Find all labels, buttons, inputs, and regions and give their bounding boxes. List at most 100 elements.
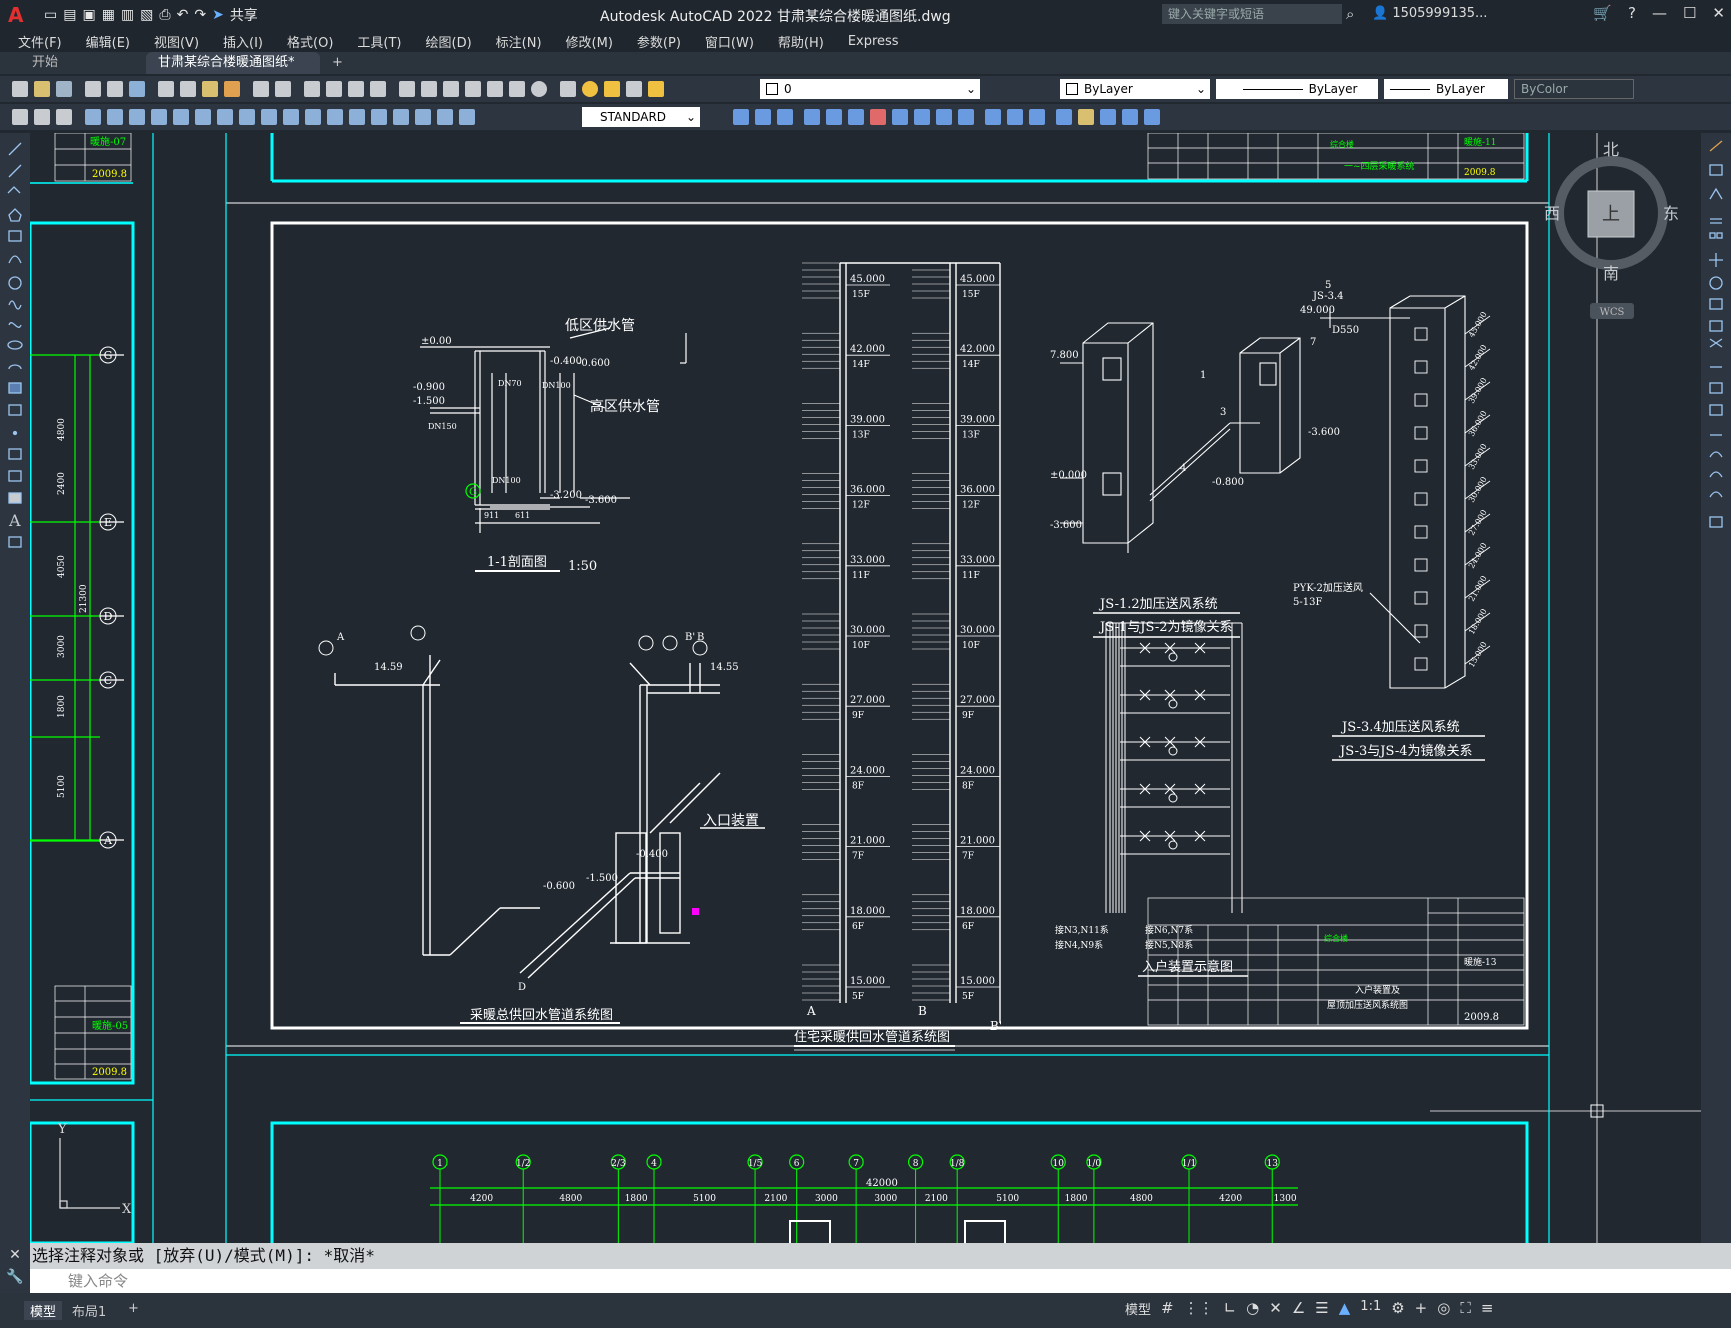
fullscreen-icon[interactable]: ⛶ [1460, 1299, 1471, 1318]
quick-dim-icon[interactable] [261, 109, 277, 125]
design-center-icon[interactable] [421, 81, 437, 97]
help-icon[interactable]: ? [1628, 4, 1636, 22]
layer-state-icon[interactable] [12, 109, 28, 125]
menu-file[interactable]: 文件(F) [18, 32, 62, 51]
polyline-edit-icon[interactable] [1100, 109, 1116, 125]
menu-window[interactable]: 窗口(W) [705, 32, 754, 51]
menu-parameters[interactable]: 参数(P) [637, 32, 681, 51]
command-input[interactable]: 键入命令 [30, 1269, 1731, 1293]
plus-icon[interactable]: + [1415, 1299, 1428, 1318]
zoom-window-icon[interactable] [348, 81, 364, 97]
tolerance-icon[interactable] [349, 109, 365, 125]
inspect-icon[interactable] [393, 109, 409, 125]
help-icon[interactable] [531, 81, 547, 97]
array-icon[interactable] [826, 109, 842, 125]
chamfer-icon[interactable] [1029, 109, 1045, 125]
new-icon[interactable] [12, 81, 28, 97]
redo-icon[interactable]: ↷ [194, 7, 206, 23]
move-icon[interactable] [848, 109, 864, 125]
lineweight-dropdown[interactable]: ByLayer [1384, 79, 1508, 99]
menu-help[interactable]: 帮助(H) [778, 32, 824, 51]
menu-edit[interactable]: 编辑(E) [86, 32, 130, 51]
polar-icon[interactable]: ◔ [1246, 1299, 1259, 1318]
zoom-previous-icon[interactable] [370, 81, 386, 97]
menu-modify[interactable]: 修改(M) [566, 32, 613, 51]
svg-text:上[interactable]: 上 [1602, 204, 1620, 225]
rotate-icon[interactable] [870, 109, 886, 125]
tab-model[interactable]: 模型 [24, 1301, 63, 1320]
scale-icon[interactable] [892, 109, 908, 125]
customize-icon[interactable]: ≡ [1481, 1299, 1494, 1318]
share-button[interactable]: 共享 [230, 5, 258, 25]
copy-icon[interactable] [180, 81, 196, 97]
customize-icon[interactable]: 🔧 [0, 1269, 30, 1285]
lineweight-icon[interactable]: ☰ [1315, 1299, 1328, 1318]
layer-properties-icon[interactable] [560, 81, 576, 97]
svg-text:东[interactable]: 东 [1663, 204, 1679, 223]
new-file-icon[interactable]: ▭ [44, 7, 57, 23]
plot-icon[interactable] [85, 81, 101, 97]
plotstyle-dropdown[interactable]: ByColor [1514, 79, 1634, 99]
viewport-freeze-icon[interactable] [626, 81, 642, 97]
osnap-icon[interactable]: ✕ [1269, 1299, 1282, 1318]
svg-text:南[interactable]: 南 [1603, 264, 1619, 283]
jogged-dim-icon[interactable] [195, 109, 211, 125]
layer-isolate-icon[interactable] [56, 109, 72, 125]
aligned-dim-icon[interactable] [107, 109, 123, 125]
mirror-icon[interactable] [777, 109, 793, 125]
spline-edit-icon[interactable] [1122, 109, 1138, 125]
offset-icon[interactable] [804, 109, 820, 125]
undo-icon[interactable] [253, 81, 269, 97]
paste-icon[interactable] [202, 81, 218, 97]
isolate-icon[interactable]: ◎ [1437, 1299, 1450, 1318]
center-mark-icon[interactable] [371, 109, 387, 125]
extend-icon[interactable] [958, 109, 974, 125]
cad-drawing[interactable]: 暖施-07 2009.8 暖施-05 2009.8 G E D C A 4800… [30, 133, 1701, 1243]
share-icon[interactable]: ➤ [212, 7, 224, 23]
autocad-logo-icon[interactable]: A [8, 3, 34, 27]
save-icon[interactable]: ▣ [82, 7, 95, 23]
preview-icon[interactable] [107, 81, 123, 97]
angular-dim-icon[interactable] [239, 109, 255, 125]
open-file-icon[interactable]: ▤ [63, 7, 76, 23]
explode-icon[interactable] [1078, 109, 1094, 125]
trim-icon[interactable] [936, 109, 952, 125]
tab-layout1[interactable]: 布局1 [72, 1301, 106, 1320]
stretch-icon[interactable] [914, 109, 930, 125]
maximize-button[interactable]: ☐ [1683, 4, 1696, 22]
add-layout-button[interactable]: + [128, 1301, 139, 1316]
dimstyle-dropdown[interactable]: STANDARD ⌄ [582, 107, 700, 127]
sheet-set-icon[interactable] [465, 81, 481, 97]
new-tab-button[interactable]: + [320, 52, 355, 74]
baseline-dim-icon[interactable] [283, 109, 299, 125]
markup-icon[interactable] [487, 81, 503, 97]
copy-object-icon[interactable] [755, 109, 771, 125]
pan-icon[interactable] [304, 81, 320, 97]
import-icon[interactable]: ▥ [121, 7, 134, 23]
open-icon[interactable] [34, 81, 50, 97]
lock-icon[interactable] [648, 81, 664, 97]
gear-icon[interactable]: ⚙ [1391, 1299, 1404, 1318]
tab-document[interactable]: 甘肃某综合楼暖通图纸* ✕ [146, 52, 320, 92]
fillet-icon[interactable] [1056, 109, 1072, 125]
break-icon[interactable] [985, 109, 1001, 125]
tool-palettes-icon[interactable] [443, 81, 459, 97]
model-space-button[interactable]: 模型 [1125, 1299, 1151, 1318]
dim-update-icon[interactable] [459, 109, 475, 125]
radius-dim-icon[interactable] [173, 109, 189, 125]
minimize-button[interactable]: — [1652, 4, 1667, 22]
grid-icon[interactable]: # [1161, 1299, 1174, 1318]
annotation-icon[interactable]: ▲ [1339, 1299, 1351, 1318]
redo-icon[interactable] [275, 81, 291, 97]
hatch-edit-icon[interactable] [1144, 109, 1160, 125]
menu-dimension[interactable]: 标注(N) [496, 32, 542, 51]
dim-text-edit-icon[interactable] [437, 109, 453, 125]
svg-text:北[interactable]: 北 [1603, 140, 1619, 159]
cart-icon[interactable]: 🛒 [1593, 4, 1612, 22]
undo-icon[interactable]: ↶ [177, 7, 189, 23]
menu-format[interactable]: 格式(O) [287, 32, 333, 51]
light-bulb-icon[interactable] [582, 81, 598, 97]
close-command-icon[interactable]: ✕ [0, 1247, 30, 1263]
join-icon[interactable] [1007, 109, 1023, 125]
layer-dropdown[interactable]: 0 ⌄ [760, 79, 980, 99]
